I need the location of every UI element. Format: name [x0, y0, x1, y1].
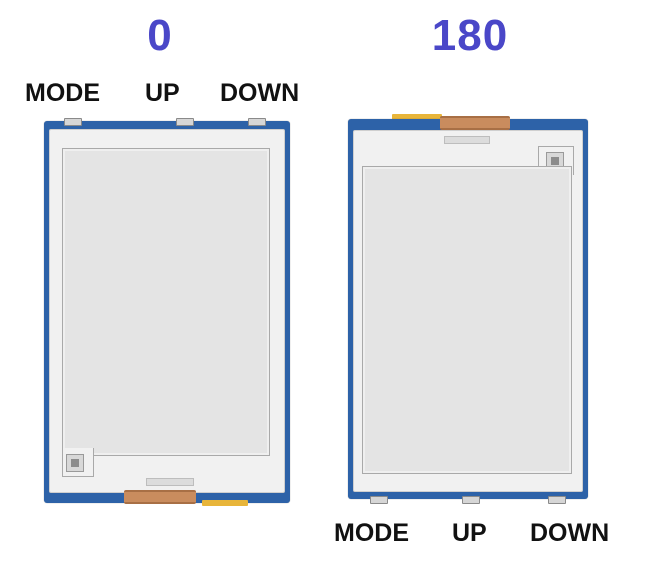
right-mode-label: MODE [334, 519, 409, 547]
up-button[interactable] [176, 118, 194, 126]
right-up-label: UP [452, 519, 487, 547]
left-up-label: UP [145, 79, 180, 107]
yellow-tab [202, 500, 248, 506]
rotation-label-0: 0 [147, 11, 173, 60]
left-mode-label: MODE [25, 79, 100, 107]
display-active-area [62, 148, 270, 456]
up-button[interactable] [462, 496, 480, 504]
connector-pad [66, 454, 84, 472]
epaper-module-180deg [348, 114, 588, 504]
fpc-slot [146, 478, 194, 486]
epaper-module-0deg [44, 118, 290, 506]
down-button[interactable] [248, 118, 266, 126]
mode-button[interactable] [64, 118, 82, 126]
fpc-slot [444, 136, 490, 144]
fpc-ribbon [440, 116, 510, 130]
display-active-area [362, 166, 572, 474]
rotation-label-180: 180 [431, 11, 509, 60]
down-button[interactable] [548, 496, 566, 504]
fpc-ribbon [124, 490, 196, 504]
right-down-label: DOWN [530, 519, 610, 547]
mode-button[interactable] [370, 496, 388, 504]
left-down-label: DOWN [220, 79, 300, 107]
